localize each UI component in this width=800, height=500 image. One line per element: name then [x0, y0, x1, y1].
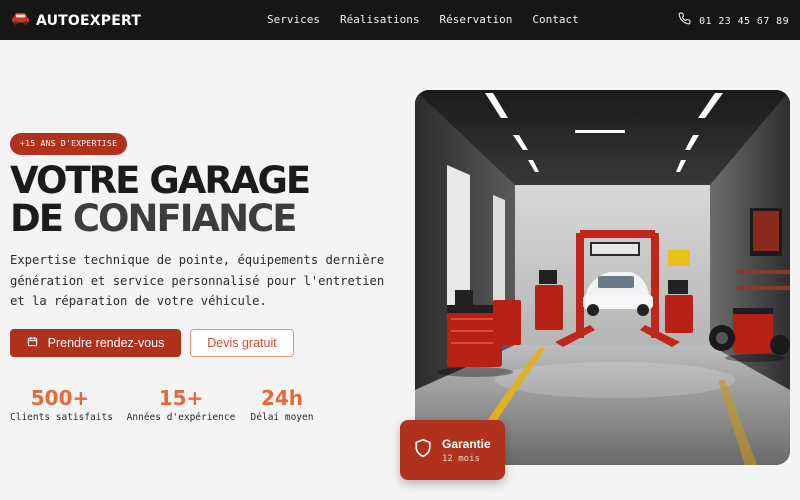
stat-value: 500+	[30, 386, 90, 410]
experience-badge: +15 ANS D'EXPERTISE	[10, 133, 128, 155]
free-quote-button[interactable]: Devis gratuit	[190, 329, 294, 357]
nav-link-services[interactable]: Services	[267, 13, 320, 26]
phone-number: 01 23 45 67 89	[699, 15, 789, 27]
hero-title: VOTRE GARAGE DE CONFIANCE	[10, 159, 311, 240]
brand-logo[interactable]: AUTOEXPERT	[11, 11, 141, 30]
shield-icon	[414, 438, 432, 463]
stat-value: 15+	[158, 386, 204, 410]
main-menu: Services Réalisations Réservation Contac…	[267, 13, 579, 26]
garage-hero-image	[415, 90, 790, 465]
phone-contact[interactable]: 01 23 45 67 89	[678, 12, 789, 30]
nav-link-contact[interactable]: Contact	[532, 13, 578, 26]
book-appointment-label: Prendre rendez-vous	[47, 336, 165, 350]
stat-label: Années d'expérience	[126, 412, 236, 423]
stat-label: Clients satisfaits	[10, 412, 113, 423]
guarantee-title: Garantie	[442, 436, 491, 451]
calendar-icon	[27, 336, 38, 350]
guarantee-card: Garantie 12 mois	[400, 420, 505, 480]
guarantee-text: Garantie 12 mois	[442, 437, 491, 464]
stat-experience: 15+ Années d'expérience	[125, 387, 237, 423]
hero-title-line1: VOTRE GARAGE	[10, 159, 311, 202]
hero-description: Expertise technique de pointe, équipemen…	[10, 253, 385, 308]
hero-title-line2-a: DE	[10, 197, 73, 240]
hero-title-line2-b: CONFIANCE	[72, 197, 298, 240]
stat-label: Délai moyen	[250, 412, 314, 423]
stat-value: 24h	[260, 386, 304, 410]
nav-link-reservation[interactable]: Réservation	[439, 13, 512, 26]
book-appointment-button[interactable]: Prendre rendez-vous	[10, 329, 181, 357]
stat-clients: 500+ Clients satisfaits	[10, 386, 113, 423]
stat-delay: 24h Délai moyen	[247, 387, 317, 423]
brand-name: AUTOEXPERT	[36, 12, 142, 29]
nav-link-realisations[interactable]: Réalisations	[340, 13, 419, 26]
guarantee-duration: 12 mois	[442, 453, 480, 464]
top-navbar: AUTOEXPERT Services Réalisations Réserva…	[0, 0, 800, 40]
car-icon	[11, 11, 30, 30]
phone-icon	[678, 12, 691, 30]
